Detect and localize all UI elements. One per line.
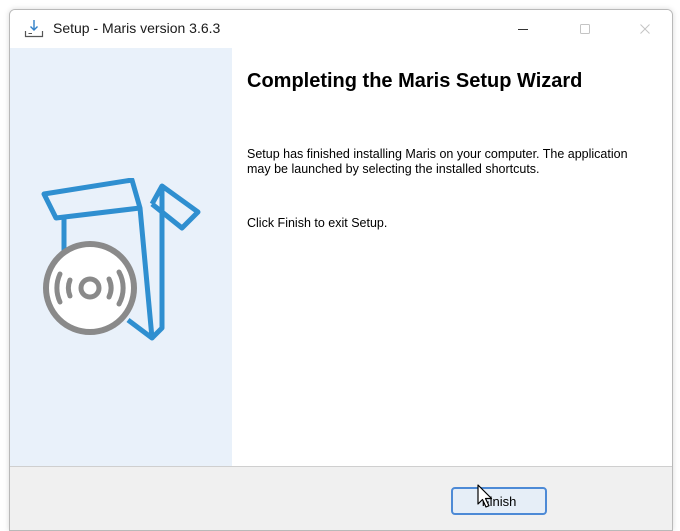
button-bar: Finish [10,466,672,530]
software-box-with-disc-icon [36,177,206,348]
minimize-button[interactable] [500,10,546,48]
window-title: Setup - Maris version 3.6.3 [53,20,221,36]
finish-button[interactable]: Finish [451,487,547,515]
minimize-icon [518,29,528,30]
page-title: Completing the Maris Setup Wizard [247,70,583,92]
completion-message: Setup has finished installing Maris on y… [247,147,628,176]
pointer-cursor [477,484,495,515]
close-button [622,10,668,48]
close-icon [640,24,650,34]
exit-instruction: Click Finish to exit Setup. [247,216,388,230]
maximize-icon [580,24,590,34]
maximize-button [562,10,608,48]
setup-window: Setup - Maris version 3.6.3 Completing t… [9,9,673,531]
title-bar[interactable]: Setup - Maris version 3.6.3 [10,10,672,48]
download-setup-icon [24,19,44,39]
wizard-content: Completing the Maris Setup Wizard Setup … [232,48,672,466]
wizard-sidebar [10,48,232,466]
